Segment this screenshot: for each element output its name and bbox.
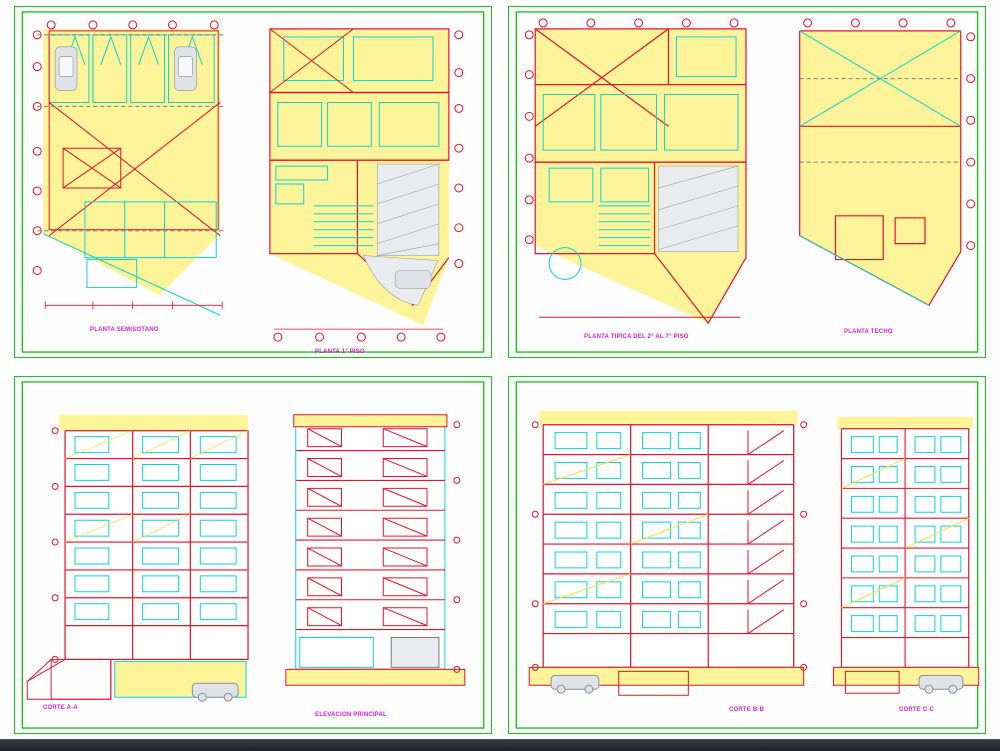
elevacion — [286, 415, 465, 685]
label-corte-b: CORTE B-B — [729, 707, 764, 713]
sheet-2: PLANTA TIPICA DEL 2° AL 7° PISO PLANTA T… — [508, 6, 986, 358]
sheet-4: CORTE B-B CORTE C-C — [508, 376, 986, 734]
label-elevacion: ELEVACION PRINCIPAL — [315, 712, 387, 718]
sheet-3: CORTE A-A ELEVACION PRINCIPAL — [14, 376, 492, 734]
plan-tipica — [525, 19, 746, 323]
label-techo: PLANTA TECHO — [844, 329, 893, 335]
label-piso1: PLANTA 1° PISO — [315, 349, 365, 355]
plan-semisotano — [33, 21, 224, 315]
corte-a — [27, 415, 248, 701]
plan-techo — [800, 19, 975, 305]
drawing-canvas[interactable]: PLANTA SEMISOTANO PLANTA 1° PISO — [0, 0, 1000, 739]
label-corte-c: CORTE C-C — [899, 707, 934, 713]
corte-b — [529, 411, 806, 695]
taskbar[interactable] — [0, 739, 1000, 751]
label-corte-a: CORTE A-A — [43, 705, 78, 711]
plan-primer-piso — [270, 29, 463, 341]
corte-c — [834, 417, 979, 693]
label-tipica: PLANTA TIPICA DEL 2° AL 7° PISO — [584, 334, 689, 340]
sheet-1: PLANTA SEMISOTANO PLANTA 1° PISO — [14, 6, 492, 358]
label-semisotano: PLANTA SEMISOTANO — [90, 327, 159, 333]
